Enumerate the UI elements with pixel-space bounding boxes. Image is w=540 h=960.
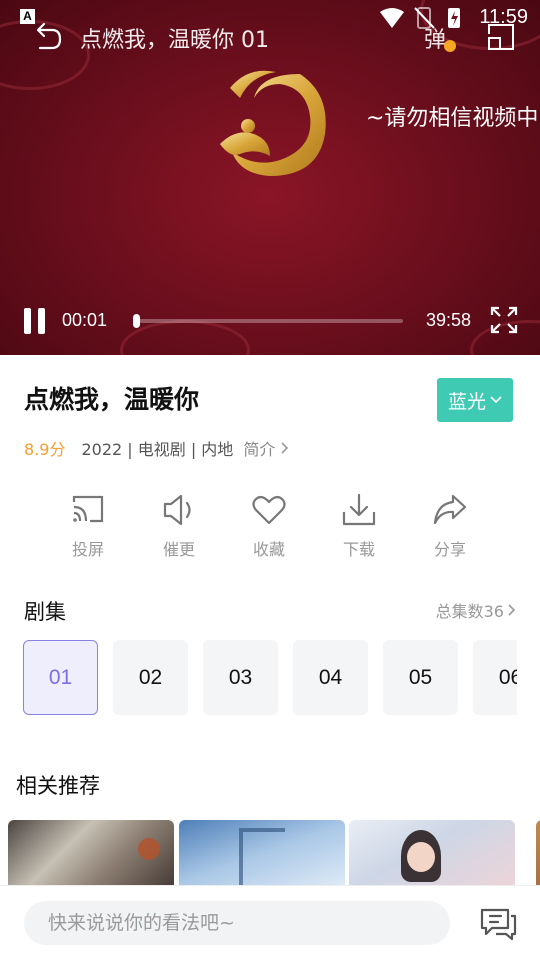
seek-bar[interactable]	[133, 314, 403, 328]
action-row: 投屏 催更 收藏 下载 分享	[0, 492, 540, 562]
marquee-notice: ~请勿相信视频中	[366, 106, 539, 131]
episode-item[interactable]: 03	[203, 640, 278, 715]
intro-link[interactable]: 简介	[243, 436, 289, 460]
logo-emblem	[220, 70, 326, 176]
current-time: 00:01	[62, 310, 108, 330]
comment-bar	[0, 885, 540, 960]
download-icon	[342, 493, 376, 526]
action-label: 催更	[162, 540, 195, 559]
related-poster[interactable]	[179, 820, 345, 886]
chevron-down-icon	[490, 396, 502, 404]
video-player[interactable]: A 11:59 点燃我，温暖你 01 弹 ~请勿相信视频中 00:01 39:5…	[0, 0, 540, 355]
episode-item[interactable]: 05	[383, 640, 458, 715]
danmu-label: 弹	[424, 28, 447, 53]
quality-button[interactable]: 蓝光	[437, 378, 513, 422]
episode-item[interactable]: 04	[293, 640, 368, 715]
download-button[interactable]: 下载	[324, 492, 394, 560]
episode-item[interactable]: 06	[473, 640, 517, 715]
cast-icon	[72, 495, 104, 523]
related-poster[interactable]	[536, 820, 540, 886]
action-label: 分享	[433, 540, 466, 559]
picture-in-picture-icon[interactable]	[486, 22, 516, 52]
pause-button[interactable]	[22, 308, 48, 334]
danmu-toggle-button[interactable]: 弹	[424, 22, 458, 54]
related-list[interactable]	[8, 820, 540, 886]
poster-decoration	[407, 842, 435, 872]
show-title: 点燃我，温暖你	[24, 385, 200, 414]
player-controls: 00:01 39:58	[0, 300, 540, 342]
episodes-heading: 剧集	[24, 600, 66, 624]
related-poster[interactable]	[349, 820, 515, 886]
comments-icon[interactable]	[478, 904, 518, 942]
chevron-right-icon	[281, 442, 289, 454]
urge-update-button[interactable]: 催更	[144, 492, 214, 560]
meta-info: 2022 | 电视剧 | 内地	[81, 440, 234, 459]
heart-icon	[252, 495, 286, 525]
share-icon	[433, 494, 467, 525]
fullscreen-icon[interactable]	[490, 306, 518, 334]
action-label: 下载	[342, 540, 375, 559]
video-title: 点燃我，温暖你 01	[80, 28, 269, 53]
chevron-right-icon	[508, 604, 516, 616]
score: 8.9分	[24, 440, 66, 459]
intro-label: 简介	[243, 440, 276, 459]
episode-list[interactable]: 01 02 03 04 05 06	[23, 640, 517, 716]
comment-input[interactable]	[24, 901, 450, 945]
poster-decoration	[138, 838, 160, 860]
quality-label: 蓝光	[447, 390, 486, 413]
player-top-bar: 点燃我，温暖你 01 弹	[0, 18, 540, 54]
episodes-total: 总集数36	[435, 602, 504, 621]
action-label: 投屏	[71, 540, 104, 559]
related-heading: 相关推荐	[16, 774, 100, 798]
action-label: 收藏	[252, 540, 285, 559]
cast-button[interactable]: 投屏	[53, 492, 123, 560]
duration-time: 39:58	[426, 310, 472, 330]
back-icon[interactable]	[30, 20, 64, 54]
favorite-button[interactable]: 收藏	[234, 492, 304, 560]
poster-decoration	[239, 828, 285, 886]
check-icon	[444, 40, 456, 52]
speaker-icon	[163, 494, 191, 526]
share-button[interactable]: 分享	[415, 492, 485, 560]
episodes-total-link[interactable]: 总集数36	[436, 598, 516, 622]
show-meta: 8.9分 2022 | 电视剧 | 内地 简介	[24, 436, 289, 460]
pause-icon	[24, 308, 31, 334]
episode-item[interactable]: 01	[23, 640, 98, 715]
related-poster[interactable]	[8, 820, 174, 886]
episode-item[interactable]: 02	[113, 640, 188, 715]
seek-handle[interactable]	[133, 314, 141, 328]
